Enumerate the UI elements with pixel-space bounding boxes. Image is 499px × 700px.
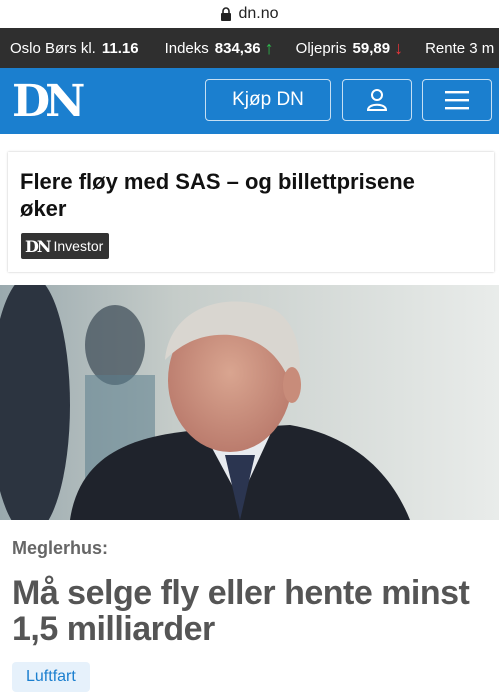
address-bar[interactable]: dn.no: [0, 0, 499, 28]
ticker-label: Indeks: [164, 39, 209, 57]
ticker-label: Rente 3 m: [425, 39, 495, 57]
hamburger-menu-icon: [445, 91, 469, 110]
badge-logo: DN: [25, 236, 51, 256]
badge-label: Investor: [53, 238, 104, 254]
article-hero-image[interactable]: [0, 285, 499, 520]
ticker-value: 59,89: [352, 39, 391, 57]
ticker-item-rente: Rente 3 m: [425, 40, 499, 57]
arrow-up-icon: ↑: [264, 38, 274, 58]
market-ticker[interactable]: Oslo Børs kl. 11.16 Indeks 834,36 ↑ Olje…: [0, 28, 499, 68]
user-button[interactable]: [342, 79, 412, 121]
category-tag[interactable]: Luftfart: [12, 662, 90, 692]
ticker-label: Oljepris: [295, 39, 347, 57]
article-headline[interactable]: Må selge fly eller hente minst 1,5 milli…: [12, 575, 492, 647]
ticker-item-indeks: Indeks 834,36 ↑: [165, 39, 274, 57]
lock-icon: [220, 7, 232, 21]
site-header: DN Kjøp DN: [0, 68, 499, 134]
ticker-value: 834,36: [214, 39, 261, 57]
promo-article-card[interactable]: Flere fløy med SAS – og billettprisene ø…: [8, 152, 494, 272]
buy-dn-button[interactable]: Kjøp DN: [205, 79, 331, 121]
ticker-label: Oslo Børs kl.: [10, 39, 96, 57]
arrow-down-icon: ↓: [394, 38, 404, 58]
url-text: dn.no: [238, 5, 279, 22]
user-icon: [366, 89, 388, 111]
dn-logo[interactable]: DN: [12, 76, 85, 127]
ticker-item-oslo-bors: Oslo Børs kl. 11.16: [10, 40, 143, 57]
promo-headline[interactable]: Flere fløy med SAS – og billettprisene ø…: [20, 168, 460, 222]
article-kicker: Meglerhus:: [12, 538, 109, 558]
ticker-item-oljepris: Oljepris 59,89 ↓: [296, 39, 403, 57]
dn-investor-badge: DN Investor: [21, 233, 110, 259]
menu-button[interactable]: [422, 79, 492, 121]
ticker-value: 11.16: [101, 39, 139, 57]
